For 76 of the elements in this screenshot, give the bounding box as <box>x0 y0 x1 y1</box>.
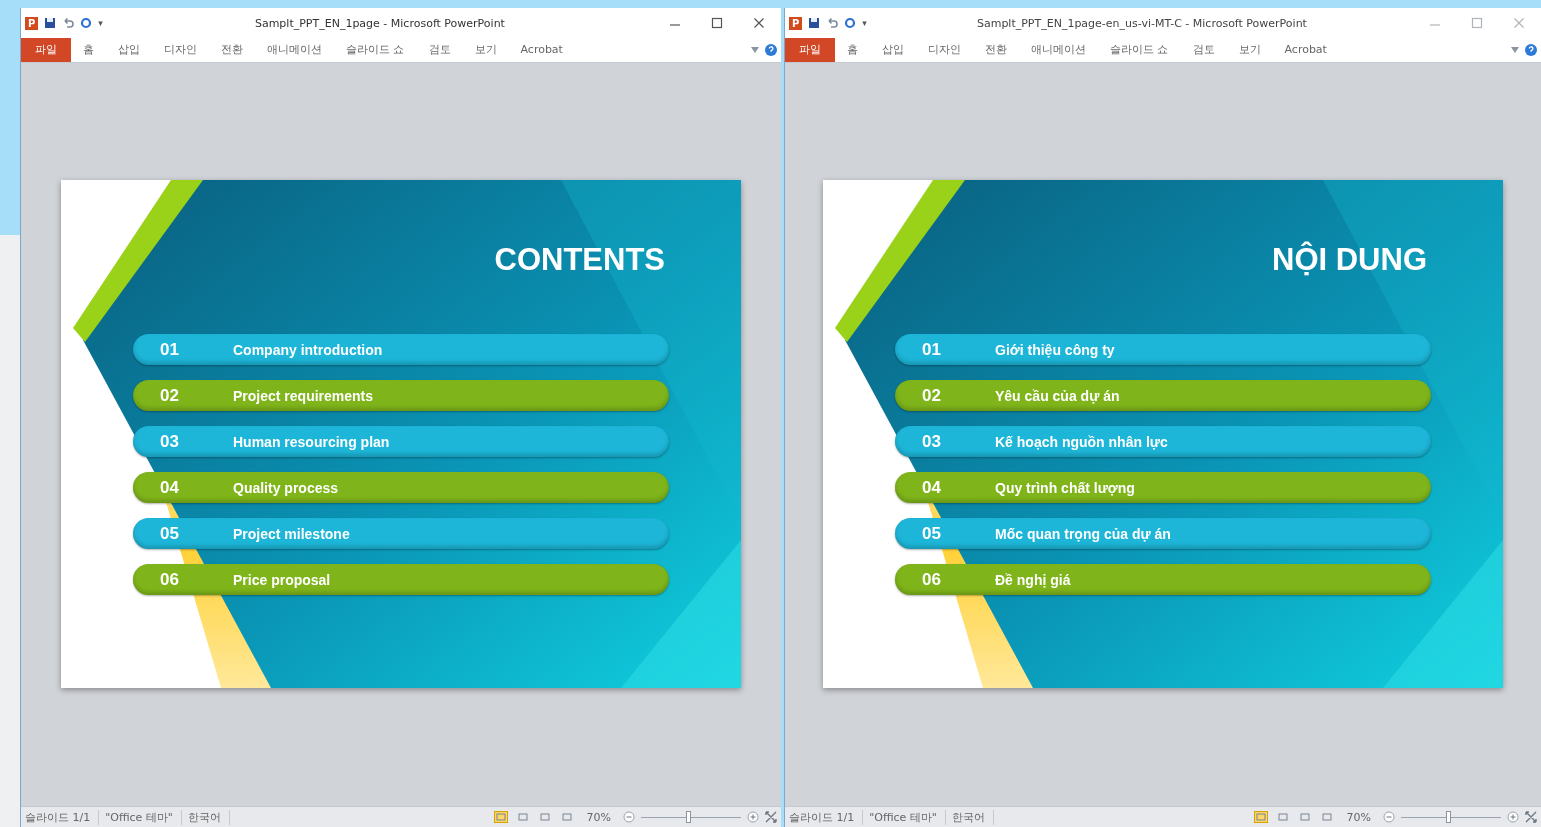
slide-counter: 슬라이드 1/1 <box>789 809 864 825</box>
view-mode-icon[interactable] <box>1319 811 1334 823</box>
zoom-in-icon[interactable] <box>1507 811 1519 823</box>
contents-item-bar: 05 Project milestone <box>133 518 669 549</box>
ribbon-tab[interactable]: 삽입 <box>106 38 152 62</box>
contents-item-bar: 03 Human resourcing plan <box>133 426 669 457</box>
contents-item-bar: 01 Giới thiệu công ty <box>895 334 1431 365</box>
slide-title: NỘI DUNG <box>1271 242 1428 278</box>
close-icon[interactable] <box>753 17 765 29</box>
caret-icon[interactable] <box>751 47 759 53</box>
view-mode-icon[interactable] <box>515 811 530 823</box>
contents-item-bar: 05 Mốc quan trọng của dự án <box>895 518 1431 549</box>
view-mode-icon[interactable] <box>1275 811 1290 823</box>
slide-counter: 슬라이드 1/1 <box>25 809 100 825</box>
view-mode-icon[interactable] <box>1253 811 1268 823</box>
redo-icon[interactable] <box>844 17 857 29</box>
customize-toolbar-button[interactable]: ▾ <box>862 18 867 28</box>
view-mode-icon[interactable] <box>493 811 508 823</box>
fit-to-window-icon[interactable] <box>1525 811 1537 823</box>
language-indicator[interactable]: 한국어 <box>187 809 230 825</box>
redo-icon[interactable] <box>80 17 93 29</box>
ribbon-tab[interactable]: Acrobat <box>508 38 575 62</box>
language-indicator[interactable]: 한국어 <box>951 809 994 825</box>
ribbon-tab[interactable]: 애니메이션 <box>255 38 334 62</box>
contents-item-bar: 06 Price proposal <box>133 564 669 595</box>
ribbon-tab[interactable]: 슬라이드 쇼 <box>1098 38 1181 62</box>
zoom-slider-thumb[interactable] <box>686 810 691 823</box>
contents-item-bar: 04 Quality process <box>133 472 669 503</box>
fit-to-window-icon[interactable] <box>765 811 777 823</box>
theme-name: "Office 테마" <box>869 809 946 825</box>
contents-item-bar: 02 Project requirements <box>133 380 669 411</box>
slide-title: CONTENTS <box>493 242 666 278</box>
view-mode-icon[interactable] <box>559 811 574 823</box>
ribbon-tab[interactable]: 검토 <box>1180 38 1227 62</box>
caret-icon[interactable] <box>1511 47 1519 53</box>
zoom-level[interactable]: 70% <box>1346 810 1371 824</box>
window-title: Samplt_PPT_EN_1page-en_us-vi-MT-C - Microsoft PowerPoint <box>975 16 1308 30</box>
ribbon-tab[interactable]: 홈 <box>835 38 870 62</box>
undo-icon[interactable] <box>62 17 75 29</box>
save-icon[interactable] <box>44 17 57 29</box>
help-icon[interactable] <box>765 44 777 56</box>
theme-name: "Office 테마" <box>105 809 182 825</box>
zoom-slider-thumb[interactable] <box>1446 810 1451 823</box>
app-logo-icon: P <box>25 16 39 30</box>
zoom-in-icon[interactable] <box>747 811 759 823</box>
ribbon-tab[interactable]: 디자인 <box>916 38 973 62</box>
save-icon[interactable] <box>808 17 821 29</box>
help-icon[interactable] <box>1525 44 1537 56</box>
ribbon-tab[interactable]: 보기 <box>1226 38 1273 62</box>
customize-toolbar-button[interactable]: ▾ <box>98 18 103 28</box>
ribbon-tab[interactable]: 전환 <box>209 38 255 62</box>
window-title: Samplt_PPT_EN_1page - Microsoft PowerPoint <box>253 16 506 30</box>
zoom-out-icon[interactable] <box>1383 811 1395 823</box>
ribbon-tab[interactable]: 파일 <box>785 38 835 62</box>
contents-item-bar: 03 Kế hoạch nguồn nhân lực <box>895 426 1431 457</box>
zoom-level[interactable]: 70% <box>586 810 611 824</box>
ribbon-tab[interactable]: 디자인 <box>152 38 209 62</box>
ribbon-tab[interactable]: 삽입 <box>870 38 916 62</box>
ribbon-tab[interactable]: Acrobat <box>1272 38 1339 62</box>
app-logo-icon: P <box>789 16 803 30</box>
undo-icon[interactable] <box>826 17 839 29</box>
contents-item-bar: 06 Đề nghị giá <box>895 564 1431 595</box>
zoom-out-icon[interactable] <box>623 811 635 823</box>
maximize-icon[interactable] <box>711 17 723 29</box>
ribbon-tab[interactable]: 검토 <box>416 38 463 62</box>
ribbon-tab[interactable]: 보기 <box>462 38 509 62</box>
contents-item-bar: 01 Company introduction <box>133 334 669 365</box>
ribbon-tab[interactable]: 전환 <box>973 38 1019 62</box>
contents-item-bar: 04 Quy trình chất lượng <box>895 472 1431 503</box>
ribbon-tab[interactable]: 홈 <box>71 38 106 62</box>
ribbon-tab[interactable]: 애니메이션 <box>1019 38 1098 62</box>
ribbon-tab[interactable]: 슬라이드 쇼 <box>334 38 417 62</box>
view-mode-icon[interactable] <box>1297 811 1312 823</box>
ribbon-tab[interactable]: 파일 <box>21 38 71 62</box>
view-mode-icon[interactable] <box>537 811 552 823</box>
contents-item-bar: 02 Yêu cầu của dự án <box>895 380 1431 411</box>
